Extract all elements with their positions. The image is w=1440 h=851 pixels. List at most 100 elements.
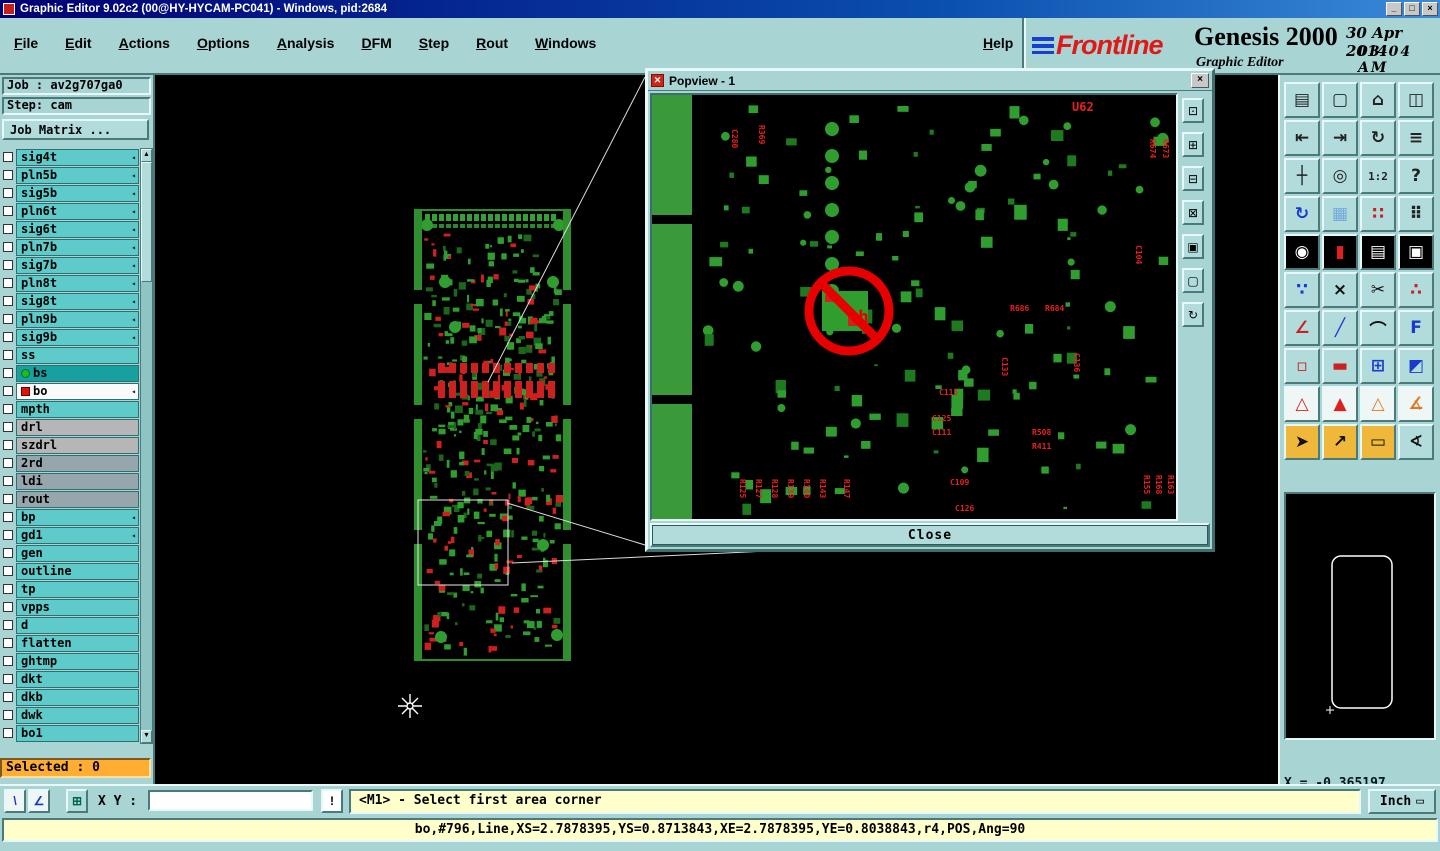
pointer-line-button[interactable]: ↗ — [1322, 424, 1358, 460]
layer-checkbox-dkt[interactable] — [3, 674, 13, 684]
layer-checkbox-sig6t[interactable] — [3, 224, 13, 234]
layer-label-flatten[interactable]: flatten — [16, 634, 139, 652]
cut-button[interactable]: ✂ — [1360, 272, 1396, 308]
layer-checkbox-outline[interactable] — [3, 566, 13, 576]
menu-windows[interactable]: Windows — [535, 35, 596, 51]
layer-row-tp[interactable]: tp — [2, 580, 139, 598]
popview-window-button[interactable]: ⊠ — [1182, 200, 1204, 225]
layer-checkbox-mpth[interactable] — [3, 404, 13, 414]
layer-checkbox-sig7b[interactable] — [3, 260, 13, 270]
popview-close-icon[interactable]: × — [1191, 73, 1209, 88]
layer-checkbox-bo[interactable] — [3, 386, 13, 396]
layer-row-ss[interactable]: ss — [2, 346, 139, 364]
layer-checkbox-2rd[interactable] — [3, 458, 13, 468]
layer-row-dkt[interactable]: dkt — [2, 670, 139, 688]
pointer-button[interactable]: ➤ — [1284, 424, 1320, 460]
layer-label-pln8t[interactable]: pln8t ◂ — [16, 274, 139, 292]
alert-button[interactable]: ! — [321, 789, 343, 813]
layer-row-sig9b[interactable]: sig9b ◂ — [2, 328, 139, 346]
popview-close-button[interactable]: Close — [650, 523, 1210, 547]
popview-snapshot-button[interactable]: ▣ — [1182, 234, 1204, 259]
snap-diagonal-button[interactable]: \ — [4, 789, 26, 813]
layer-row-bp[interactable]: bp ◂ — [2, 508, 139, 526]
scroll-down-icon[interactable]: ▼ — [141, 730, 152, 743]
layer-label-sig6t[interactable]: sig6t ◂ — [16, 220, 139, 238]
layer-label-bo1[interactable]: bo1 — [16, 724, 139, 742]
screen-view-button[interactable]: ▢ — [1322, 82, 1358, 118]
layer-checkbox-gen[interactable] — [3, 548, 13, 558]
layer-label-vpps[interactable]: vpps — [16, 598, 139, 616]
layer-label-tp[interactable]: tp — [16, 580, 139, 598]
layer-checkbox-pln9b[interactable] — [3, 314, 13, 324]
layer-checkbox-bp[interactable] — [3, 512, 13, 522]
center-view-button[interactable]: ┼ — [1284, 158, 1320, 194]
layer-row-szdrl[interactable]: szdrl — [2, 436, 139, 454]
pan-right-button[interactable]: ⇥ — [1322, 120, 1358, 156]
layer-label-pln6t[interactable]: pln6t ◂ — [16, 202, 139, 220]
layer-label-pln9b[interactable]: pln9b ◂ — [16, 310, 139, 328]
angle-marker-button[interactable]: ∡ — [1398, 386, 1434, 422]
layer-checkbox-dwk[interactable] — [3, 710, 13, 720]
layer-row-flatten[interactable]: flatten — [2, 634, 139, 652]
layer-row-sig4t[interactable]: sig4t ◂ — [2, 148, 139, 166]
layer-label-pln5b[interactable]: pln5b ◂ — [16, 166, 139, 184]
layer-row-sig5b[interactable]: sig5b ◂ — [2, 184, 139, 202]
color-dots-button[interactable]: ∷ — [1360, 196, 1396, 232]
popview-clear-button[interactable]: ▢ — [1182, 268, 1204, 293]
layer-row-bo1[interactable]: bo1 — [2, 724, 139, 742]
close-button[interactable]: × — [1422, 2, 1438, 16]
scroll-up-icon[interactable]: ▲ — [141, 149, 152, 162]
tile-windows-button[interactable]: ◫ — [1398, 82, 1434, 118]
layer-row-pln6t[interactable]: pln6t ◂ — [2, 202, 139, 220]
layer-checkbox-rout[interactable] — [3, 494, 13, 504]
layer-row-ldi[interactable]: ldi — [2, 472, 139, 490]
layer-label-dwk[interactable]: dwk — [16, 706, 139, 724]
layer-label-sig8t[interactable]: sig8t ◂ — [16, 292, 139, 310]
layer-row-pln7b[interactable]: pln7b ◂ — [2, 238, 139, 256]
snap-angle-button[interactable]: ∠ — [28, 789, 50, 813]
help-tool-button[interactable]: ? — [1398, 158, 1434, 194]
layer-checkbox-pln5b[interactable] — [3, 170, 13, 180]
layer-label-sig5b[interactable]: sig5b ◂ — [16, 184, 139, 202]
delete-button[interactable]: × — [1322, 272, 1358, 308]
layer-label-2rd[interactable]: 2rd — [16, 454, 139, 472]
layer-row-drl[interactable]: drl — [2, 418, 139, 436]
menu-file[interactable]: File — [14, 35, 38, 51]
layer-row-pln9b[interactable]: pln9b ◂ — [2, 310, 139, 328]
layer-label-ldi[interactable]: ldi — [16, 472, 139, 490]
region-button[interactable]: ▣ — [1398, 234, 1434, 270]
layer-checkbox-sig4t[interactable] — [3, 152, 13, 162]
layer-checkbox-flatten[interactable] — [3, 638, 13, 648]
layer-row-d[interactable]: d — [2, 616, 139, 634]
layer-checkbox-drl[interactable] — [3, 422, 13, 432]
layer-label-sig7b[interactable]: sig7b ◂ — [16, 256, 139, 274]
ruler-button[interactable]: ▤ — [1360, 234, 1396, 270]
layer-row-dkb[interactable]: dkb — [2, 688, 139, 706]
layer-row-2rd[interactable]: 2rd — [2, 454, 139, 472]
zoom-ratio-button[interactable]: 1:2 — [1360, 158, 1396, 194]
board-overview-panel[interactable] — [1284, 492, 1436, 740]
grid-toggle-button[interactable]: ⊞ — [66, 789, 88, 813]
menu-help[interactable]: Help — [983, 35, 1013, 51]
layer-label-sig9b[interactable]: sig9b ◂ — [16, 328, 139, 346]
copy-region-button[interactable]: ⊞ — [1360, 348, 1396, 384]
menu-options[interactable]: Options — [197, 35, 250, 51]
layer-row-sig7b[interactable]: sig7b ◂ — [2, 256, 139, 274]
menu-edit[interactable]: Edit — [65, 35, 91, 51]
layer-label-dkb[interactable]: dkb — [16, 688, 139, 706]
layer-checkbox-tp[interactable] — [3, 584, 13, 594]
layer-label-d[interactable]: d — [16, 616, 139, 634]
scroll-thumb[interactable] — [141, 162, 152, 282]
line-tool-button[interactable]: ╱ — [1322, 310, 1358, 346]
minimize-button[interactable]: _ — [1386, 2, 1402, 16]
layer-scrollbar[interactable]: ▲ ▼ — [140, 148, 153, 744]
triangle-filled-button[interactable]: ▲ — [1322, 386, 1358, 422]
shape-tool-button[interactable]: ◩ — [1398, 348, 1434, 384]
popview-refresh-button[interactable]: ↻ — [1182, 302, 1204, 327]
layer-row-pln8t[interactable]: pln8t ◂ — [2, 274, 139, 292]
layer-label-bo[interactable]: bo ◂ — [16, 382, 139, 400]
pointer-angle-button[interactable]: ∢ — [1398, 424, 1434, 460]
text-tool-button[interactable]: F — [1398, 310, 1434, 346]
layer-label-rout[interactable]: rout — [16, 490, 139, 508]
redraw-button[interactable]: ↻ — [1284, 196, 1320, 232]
